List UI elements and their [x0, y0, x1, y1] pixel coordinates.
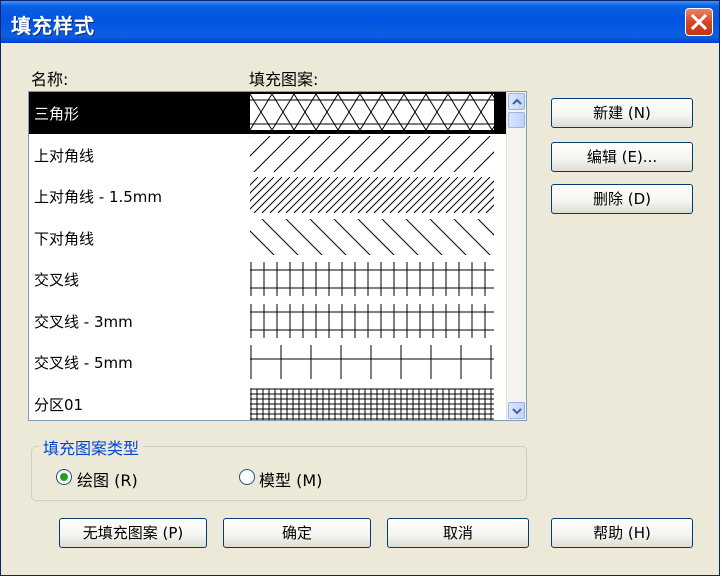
- pattern-name: 上对角线: [34, 146, 95, 165]
- pattern-row[interactable]: 下对角线: [29, 217, 507, 259]
- close-icon: [691, 14, 707, 30]
- model-radio[interactable]: [239, 469, 255, 485]
- pattern-name: 分区01: [34, 395, 84, 414]
- edit-button[interactable]: 编辑 (E)...: [551, 142, 693, 172]
- no-fill-pattern-button[interactable]: 无填充图案 (P): [59, 518, 207, 548]
- pattern-name: 三角形: [34, 105, 80, 123]
- pattern-row[interactable]: 上对角线 - 1.5mm: [29, 175, 507, 217]
- drafting-radio[interactable]: [56, 469, 72, 485]
- pattern-name: 下对角线: [34, 229, 95, 248]
- scroll-thumb[interactable]: [508, 112, 525, 128]
- name-column-label: 名称:: [31, 70, 69, 89]
- pattern-row[interactable]: 交叉线 - 3mm: [29, 300, 507, 342]
- delete-button[interactable]: 删除 (D): [551, 184, 693, 214]
- cancel-button[interactable]: 取消: [387, 518, 529, 548]
- pattern-row[interactable]: 上对角线: [29, 134, 507, 176]
- model-radio-label[interactable]: 模型 (M): [259, 467, 322, 491]
- close-button[interactable]: [685, 8, 713, 36]
- drafting-radio-label[interactable]: 绘图 (R): [77, 467, 138, 491]
- arrow-up-icon: [512, 98, 522, 105]
- pattern-row[interactable]: 三角形: [29, 92, 507, 134]
- pattern-name: 上对角线 - 1.5mm: [34, 188, 163, 206]
- pattern-preview-triangle: [250, 94, 494, 130]
- help-button[interactable]: 帮助 (H): [551, 518, 693, 548]
- scroll-up-button[interactable]: [508, 93, 525, 110]
- title-bar[interactable]: 填充样式: [1, 1, 719, 43]
- ok-button[interactable]: 确定: [223, 518, 371, 548]
- pattern-preview-diag-up: [250, 135, 494, 172]
- fill-styles-dialog: 填充样式 名称: 填充图案: 三角形上对角线上对角线 - 1.5mm 下对角线交叉…: [0, 0, 720, 576]
- pattern-preview-diag-up-fine: [250, 177, 494, 213]
- pattern-name: 交叉线: [34, 271, 80, 289]
- scroll-down-button[interactable]: [508, 402, 525, 419]
- pattern-preview-cross: [250, 262, 494, 296]
- pattern-preview-grid-fine: [250, 388, 494, 420]
- pattern-list[interactable]: 三角形上对角线上对角线 - 1.5mm 下对角线交叉线交叉线 - 3mm 交叉线 -…: [28, 91, 527, 421]
- pattern-preview-diag-down: [250, 218, 494, 255]
- list-scrollbar[interactable]: [506, 92, 526, 420]
- window-title: 填充样式: [11, 14, 95, 38]
- arrow-down-icon: [512, 408, 522, 415]
- pattern-row[interactable]: 交叉线 - 5mm: [29, 341, 507, 383]
- pattern-column-label: 填充图案:: [249, 70, 319, 89]
- pattern-row[interactable]: 交叉线: [29, 258, 507, 300]
- new-button[interactable]: 新建 (N): [551, 98, 693, 128]
- pattern-row[interactable]: 分区01: [29, 383, 507, 420]
- pattern-name: 交叉线 - 3mm: [34, 312, 133, 331]
- pattern-preview-cross-5mm: [250, 345, 494, 379]
- fill-type-group-title: 填充图案类型: [39, 435, 144, 459]
- pattern-name: 交叉线 - 5mm: [34, 354, 133, 372]
- pattern-preview-cross-3mm: [250, 303, 494, 338]
